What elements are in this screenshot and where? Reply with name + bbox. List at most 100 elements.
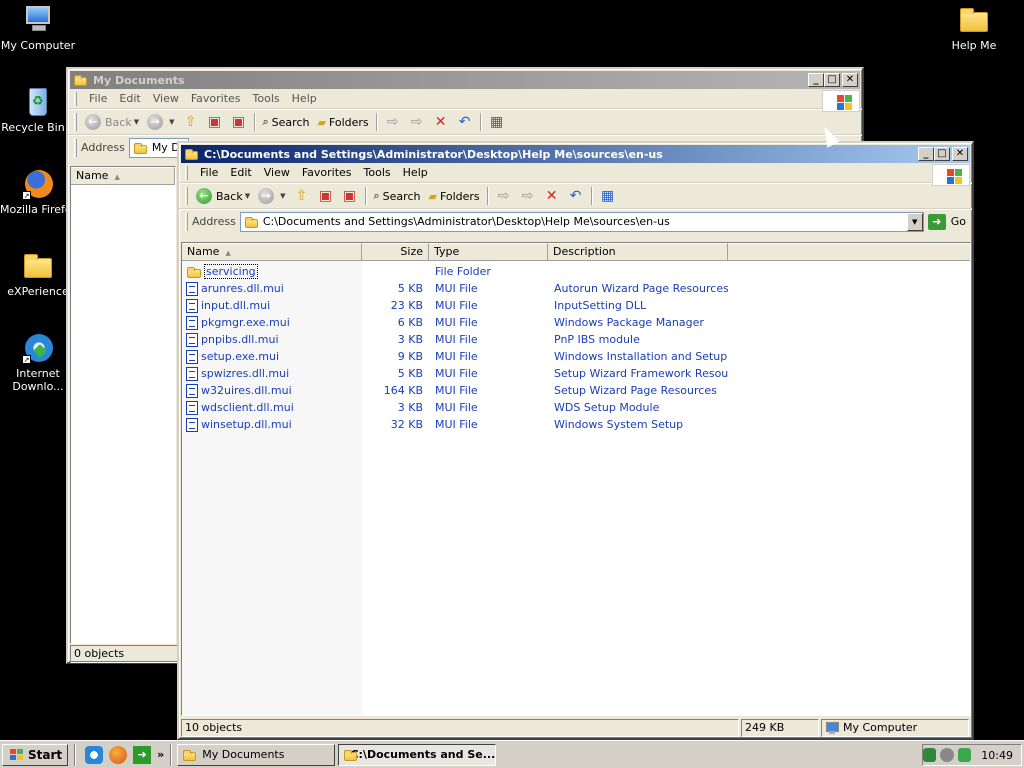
column-header-size[interactable]: Size: [362, 243, 429, 261]
menu-file[interactable]: File: [194, 164, 224, 181]
move-to-icon[interactable]: ▣: [318, 188, 334, 204]
list-item[interactable]: arunres.dll.mui 5 KB MUI File Autorun Wi…: [182, 280, 970, 297]
minimize-button[interactable]: _: [808, 73, 824, 87]
desktop-icon-internet-download[interactable]: ↗ Internet Downlo...: [0, 332, 76, 393]
go-button[interactable]: ➜ Go: [924, 213, 972, 230]
folders-icon: ▰: [428, 189, 437, 203]
menu-favorites[interactable]: Favorites: [296, 164, 358, 181]
forward-arrow-icon: →: [147, 114, 164, 130]
delete-icon[interactable]: ✕: [433, 114, 449, 130]
column-header-description[interactable]: Description: [548, 243, 728, 261]
back-button[interactable]: ← Back ▼: [81, 111, 143, 133]
task-en-us-folder[interactable]: C:\Documents and Se...: [338, 743, 497, 766]
list-item[interactable]: winsetup.dll.mui 32 KB MUI File Windows …: [182, 416, 970, 433]
network-icon[interactable]: [922, 748, 937, 762]
views-icon[interactable]: ▦: [600, 188, 616, 204]
views-icon[interactable]: ▦: [489, 114, 505, 130]
title-bar[interactable]: C:\Documents and Settings\Administrator\…: [181, 145, 970, 163]
file-list[interactable]: Name ▲ Size Type Description servicing Fi…: [181, 242, 971, 716]
mui-file-icon: [186, 315, 198, 330]
undo-icon[interactable]: ↶: [457, 114, 473, 130]
desktop-icon-experience[interactable]: eXPerience: [0, 250, 76, 298]
menu-tools[interactable]: Tools: [247, 90, 286, 107]
desktop-icon-help-me[interactable]: Help Me: [936, 4, 1012, 52]
address-input[interactable]: C:\Documents and Settings\Administrator\…: [239, 211, 924, 232]
back-button[interactable]: ← Back ▼: [192, 185, 254, 207]
menu-bar: File Edit View Favorites Tools Help: [179, 163, 972, 186]
up-folder-icon[interactable]: ⇧: [294, 188, 310, 204]
desktop-icon-firefox[interactable]: ↗ Mozilla Firefox: [0, 168, 76, 216]
copy-icon[interactable]: ⇨: [520, 188, 536, 204]
list-item[interactable]: pnpibs.dll.mui 3 KB MUI File PnP IBS mod…: [182, 331, 970, 348]
menu-file[interactable]: File: [83, 90, 113, 107]
system-tray: 10:49: [922, 744, 1022, 766]
column-header-name[interactable]: Name ▲: [182, 243, 362, 261]
windows-logo-icon: [822, 90, 860, 112]
maximize-button[interactable]: □: [934, 147, 950, 161]
desktop-icon-label: eXPerience: [7, 285, 69, 298]
list-item[interactable]: servicing File Folder: [182, 263, 970, 280]
menu-view[interactable]: View: [258, 164, 296, 181]
file-list[interactable]: Name ▲: [70, 166, 176, 644]
title-bar[interactable]: My Documents _ □ ✕: [70, 71, 860, 89]
search-button[interactable]: ⌕ Search: [259, 111, 314, 133]
quick-launch-overflow-icon[interactable]: »: [157, 748, 164, 761]
forward-button[interactable]: → ▼: [254, 185, 289, 207]
move-icon[interactable]: ⇨: [385, 114, 401, 130]
delete-icon[interactable]: ✕: [544, 188, 560, 204]
move-icon[interactable]: ⇨: [496, 188, 512, 204]
start-button[interactable]: Start: [2, 743, 69, 766]
copy-to-icon[interactable]: ▣: [231, 114, 247, 130]
browser-icon[interactable]: [85, 745, 104, 764]
folders-icon: ▰: [317, 115, 326, 129]
undo-icon[interactable]: ↶: [568, 188, 584, 204]
move-to-icon[interactable]: ▣: [207, 114, 223, 130]
list-item[interactable]: wdsclient.dll.mui 3 KB MUI File WDS Setu…: [182, 399, 970, 416]
folders-button[interactable]: ▰ Folders: [313, 111, 372, 133]
mui-file-icon: [186, 281, 198, 296]
minimize-button[interactable]: _: [918, 147, 934, 161]
list-item[interactable]: w32uires.dll.mui 164 KB MUI File Setup W…: [182, 382, 970, 399]
desktop-icon-recycle-bin[interactable]: Recycle Bin: [0, 86, 76, 134]
menu-help[interactable]: Help: [397, 164, 434, 181]
copy-to-icon[interactable]: ▣: [342, 188, 358, 204]
menu-favorites[interactable]: Favorites: [185, 90, 247, 107]
list-item[interactable]: spwizres.dll.mui 5 KB MUI File Setup Wiz…: [182, 365, 970, 382]
menu-help[interactable]: Help: [286, 90, 323, 107]
status-size: 249 KB: [741, 719, 819, 737]
desktop-icon-label: Help Me: [951, 39, 997, 52]
settings-tray-icon[interactable]: [940, 748, 954, 762]
firefox-icon[interactable]: [109, 745, 128, 764]
show-desktop-icon[interactable]: ➜: [133, 745, 152, 764]
list-item[interactable]: input.dll.mui 23 KB MUI File InputSettin…: [182, 297, 970, 314]
copy-icon[interactable]: ⇨: [409, 114, 425, 130]
list-item[interactable]: setup.exe.mui 9 KB MUI File Windows Inst…: [182, 348, 970, 365]
close-button[interactable]: ✕: [842, 73, 858, 87]
forward-button[interactable]: → ▼: [143, 111, 178, 133]
clock[interactable]: 10:49: [981, 749, 1013, 762]
task-my-documents[interactable]: My Documents: [177, 743, 336, 766]
mui-file-icon: [186, 417, 198, 432]
desktop-icon-my-computer[interactable]: My Computer: [0, 4, 76, 52]
explorer-window[interactable]: C:\Documents and Settings\Administrator\…: [177, 141, 974, 740]
mui-file-icon: [186, 400, 198, 415]
mui-file-icon: [186, 298, 198, 313]
folder-icon: [182, 748, 198, 762]
menu-edit[interactable]: Edit: [224, 164, 257, 181]
up-folder-icon[interactable]: ⇧: [183, 114, 199, 130]
security-tray-icon[interactable]: [957, 748, 972, 762]
window-title: My Documents: [93, 73, 185, 87]
search-button[interactable]: ⌕ Search: [370, 185, 425, 207]
address-dropdown-button[interactable]: ▼: [906, 212, 923, 231]
menu-tools[interactable]: Tools: [358, 164, 397, 181]
column-header-type[interactable]: Type: [429, 243, 548, 261]
list-item[interactable]: pkgmgr.exe.mui 6 KB MUI File Windows Pac…: [182, 314, 970, 331]
column-header-name[interactable]: Name ▲: [71, 167, 175, 185]
mui-file-icon: [186, 332, 198, 347]
menu-view[interactable]: View: [147, 90, 185, 107]
menu-edit[interactable]: Edit: [113, 90, 146, 107]
maximize-button[interactable]: □: [824, 73, 840, 87]
folders-button[interactable]: ▰ Folders: [424, 185, 483, 207]
status-bar: 10 objects 249 KB My Computer: [181, 718, 970, 738]
close-button[interactable]: ✕: [952, 147, 968, 161]
